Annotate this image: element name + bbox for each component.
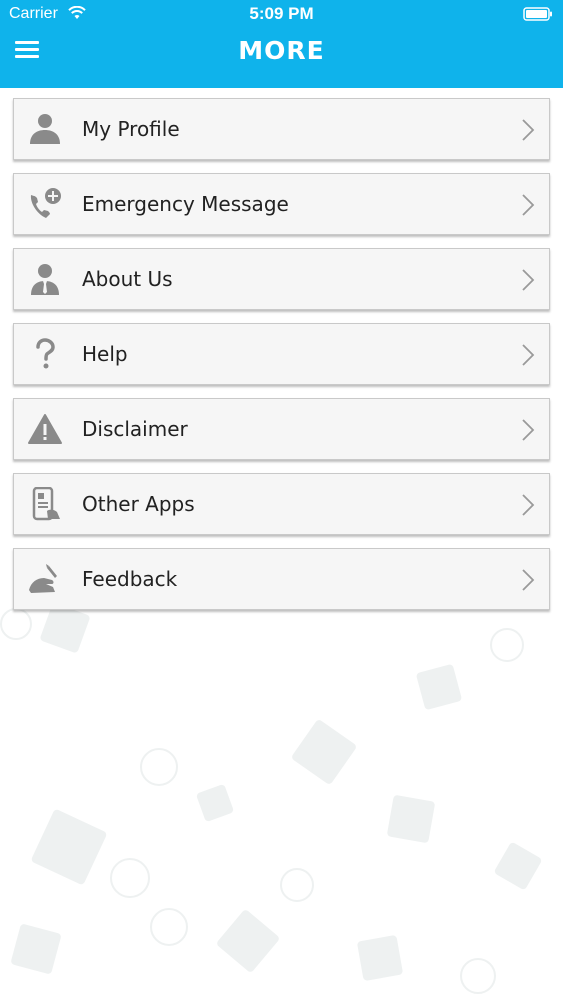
menu-item-help[interactable]: Help <box>13 323 550 385</box>
menu-item-about-us[interactable]: About Us <box>13 248 550 310</box>
menu-item-emergency-message[interactable]: Emergency Message <box>13 173 550 235</box>
businessman-icon <box>31 264 59 295</box>
chevron-right-icon <box>522 569 535 591</box>
chevron-right-icon <box>522 269 535 291</box>
battery-icon <box>523 7 552 21</box>
menu-item-disclaimer[interactable]: Disclaimer <box>13 398 550 460</box>
chevron-right-icon <box>522 194 535 216</box>
user-icon <box>30 114 60 144</box>
menu-item-label: Feedback <box>82 567 178 591</box>
status-bar: Carrier 5:09 PM <box>0 0 563 30</box>
warning-icon <box>28 414 62 444</box>
chevron-right-icon <box>522 344 535 366</box>
menu-item-label: Emergency Message <box>82 192 289 216</box>
menu-item-label: Disclaimer <box>82 417 188 441</box>
writing-hand-icon <box>29 564 57 593</box>
phone-plus-icon <box>30 188 61 218</box>
chevron-right-icon <box>522 494 535 516</box>
chevron-right-icon <box>522 119 535 141</box>
menu-item-feedback[interactable]: Feedback <box>13 548 550 610</box>
more-menu-list: My Profile Emergency Message About Us He… <box>13 98 550 623</box>
menu-item-label: Help <box>82 342 128 366</box>
question-mark-icon <box>36 338 55 369</box>
page-title: MORE <box>238 36 325 65</box>
header-bar: Carrier 5:09 PM MORE <box>0 0 563 88</box>
menu-item-label: My Profile <box>82 117 180 141</box>
chevron-right-icon <box>522 419 535 441</box>
mobile-apps-icon <box>32 487 60 521</box>
menu-item-other-apps[interactable]: Other Apps <box>13 473 550 535</box>
status-time: 5:09 PM <box>249 4 314 23</box>
menu-item-my-profile[interactable]: My Profile <box>13 98 550 160</box>
menu-item-label: About Us <box>82 267 173 291</box>
menu-item-label: Other Apps <box>82 492 195 516</box>
